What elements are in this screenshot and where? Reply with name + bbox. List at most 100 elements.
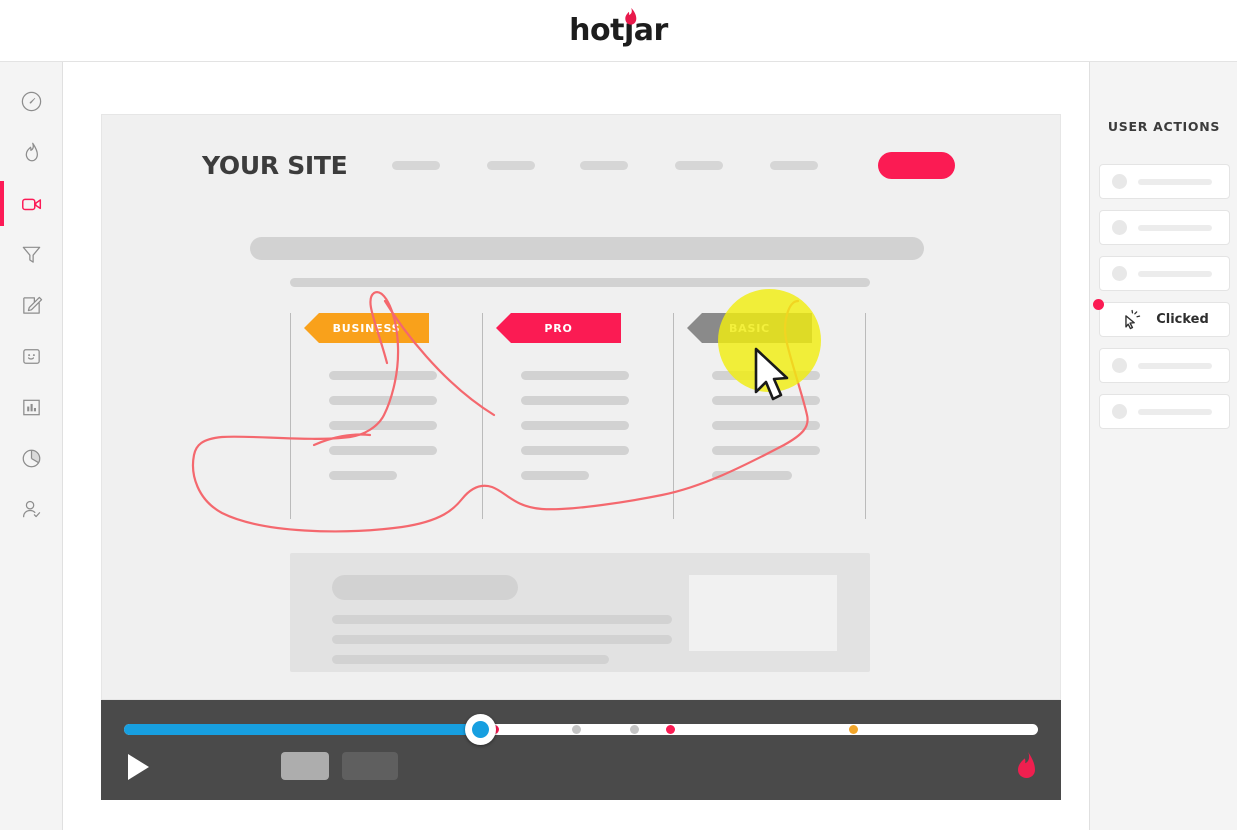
cursor-click-icon	[1125, 309, 1141, 329]
sidebar-item-heatmaps[interactable]	[0, 127, 63, 178]
pricing-divider-1	[290, 313, 291, 519]
active-event-dot	[1093, 299, 1104, 310]
site-preview-frame: YOUR SITE BUSINESSPROBASIC	[101, 114, 1061, 700]
sidebar-item-recordings[interactable]	[0, 178, 63, 229]
user-action-card-placeholder[interactable]	[1099, 210, 1230, 245]
tier-feature-placeholder	[329, 471, 397, 480]
funnel-icon	[22, 246, 41, 263]
user-action-card-placeholder[interactable]	[1099, 256, 1230, 291]
progress-fill	[124, 724, 481, 735]
timeline-move-event[interactable]	[629, 725, 639, 734]
tier-feature-placeholder	[521, 471, 589, 480]
user-action-card-placeholder[interactable]	[1099, 348, 1230, 383]
site-cta-button[interactable]	[878, 152, 955, 179]
user-recruit-icon	[23, 500, 41, 518]
tier-tag-business[interactable]: BUSINESS	[304, 313, 429, 343]
user-action-card-placeholder[interactable]	[1099, 164, 1230, 199]
tier-feature-placeholder	[712, 421, 820, 430]
progress-track[interactable]	[124, 714, 1038, 745]
user-actions-panel: USER ACTIONS Clicked	[1089, 62, 1237, 830]
timeline-move-event[interactable]	[571, 725, 581, 734]
pricing-tier-business[interactable]: BUSINESS	[292, 313, 482, 480]
sidebar-item-surveys[interactable]	[0, 382, 63, 433]
user-actions-title: USER ACTIONS	[1107, 119, 1221, 134]
site-nav-item-5[interactable]	[770, 161, 818, 170]
left-sidebar	[0, 62, 63, 830]
content-image-placeholder	[689, 575, 837, 651]
top-bar: hotjar	[0, 0, 1237, 62]
play-button[interactable]	[128, 754, 149, 780]
timeline-scroll-event[interactable]	[848, 725, 858, 734]
video-camera-recordings-icon	[21, 198, 41, 210]
content-title-placeholder	[332, 575, 518, 600]
tier-feature-placeholder	[329, 421, 437, 430]
site-title: YOUR SITE	[202, 151, 348, 180]
pricing-divider-2	[482, 313, 483, 519]
main-content: YOUR SITE BUSINESSPROBASIC	[64, 62, 1089, 830]
content-text-line	[332, 655, 609, 664]
sidebar-item-dashboard[interactable]	[0, 76, 63, 127]
action-icon-placeholder	[1112, 404, 1127, 419]
action-icon-placeholder	[1112, 266, 1127, 281]
hero-heading-placeholder	[250, 237, 924, 260]
sidebar-item-reports[interactable]	[0, 433, 63, 484]
pricing-tier-pro[interactable]: PRO	[484, 313, 674, 480]
action-label-placeholder	[1138, 178, 1212, 185]
dashboard-gauge-icon	[21, 91, 42, 112]
tier-feature-placeholder	[521, 371, 629, 380]
action-label-placeholder	[1138, 270, 1212, 277]
hero-subtext-placeholder	[290, 278, 870, 287]
content-section	[290, 553, 870, 672]
session-player: YOUR SITE BUSINESSPROBASIC	[101, 114, 1061, 800]
site-header: YOUR SITE	[102, 115, 1060, 223]
player-controls	[101, 700, 1061, 800]
mouse-cursor-pointer	[754, 347, 789, 401]
tier-feature-placeholder	[329, 371, 437, 380]
action-label-placeholder	[1138, 224, 1212, 231]
pricing-table: BUSINESSPROBASIC	[102, 313, 1060, 519]
site-nav-item-1[interactable]	[392, 161, 440, 170]
sidebar-item-feedback[interactable]	[0, 331, 63, 382]
pricing-divider-3	[673, 313, 674, 519]
site-nav-item-4[interactable]	[675, 161, 723, 170]
feedback-smiley-icon	[23, 349, 40, 364]
user-action-label: Clicked	[1156, 312, 1209, 327]
content-text-line	[332, 635, 672, 644]
hotjar-logo[interactable]: hotjar	[569, 8, 668, 48]
tier-feature-placeholder	[521, 446, 629, 455]
hotjar-logo-text: hotjar	[569, 13, 668, 48]
user-action-card-placeholder[interactable]	[1099, 394, 1230, 429]
action-icon-placeholder	[1112, 358, 1127, 373]
sidebar-item-recruit[interactable]	[0, 484, 63, 535]
hotjar-flame-icon	[625, 8, 637, 25]
speed-button[interactable]	[281, 752, 329, 780]
sidebar-item-forms[interactable]	[0, 280, 63, 331]
action-icon-placeholder	[1112, 174, 1127, 189]
tier-label: PRO	[544, 321, 573, 335]
pricing-divider-4	[865, 313, 866, 519]
timeline-click-event[interactable]	[666, 725, 676, 734]
hotjar-recordings-app: hotjar YOUR SITE BUSINESS PRO USER ACTIO…	[0, 0, 1237, 830]
sidebar-item-funnels[interactable]	[0, 229, 63, 280]
action-icon-placeholder	[1112, 220, 1127, 235]
scrubber-inner-dot	[471, 721, 489, 738]
content-text-line	[332, 615, 672, 624]
site-nav-item-2[interactable]	[487, 161, 535, 170]
tier-feature-placeholder	[712, 446, 820, 455]
tier-feature-placeholder	[712, 471, 792, 480]
tier-feature-placeholder	[521, 421, 629, 430]
progress-scrubber[interactable]	[464, 714, 496, 745]
flame-heatmap-icon	[25, 142, 38, 162]
tier-label: BUSINESS	[332, 321, 401, 335]
form-edit-icon	[23, 296, 43, 314]
action-label-placeholder	[1138, 408, 1212, 415]
skip-inactivity-button[interactable]	[342, 752, 398, 780]
site-nav-item-3[interactable]	[580, 161, 628, 170]
tier-feature-placeholder	[329, 446, 437, 455]
action-label-placeholder	[1138, 362, 1212, 369]
tier-feature-placeholder	[329, 396, 437, 405]
tier-feature-placeholder	[521, 396, 629, 405]
user-action-card-clicked[interactable]: Clicked	[1093, 299, 1230, 337]
tier-tag-pro[interactable]: PRO	[496, 313, 621, 343]
bar-chart-icon	[23, 399, 40, 416]
